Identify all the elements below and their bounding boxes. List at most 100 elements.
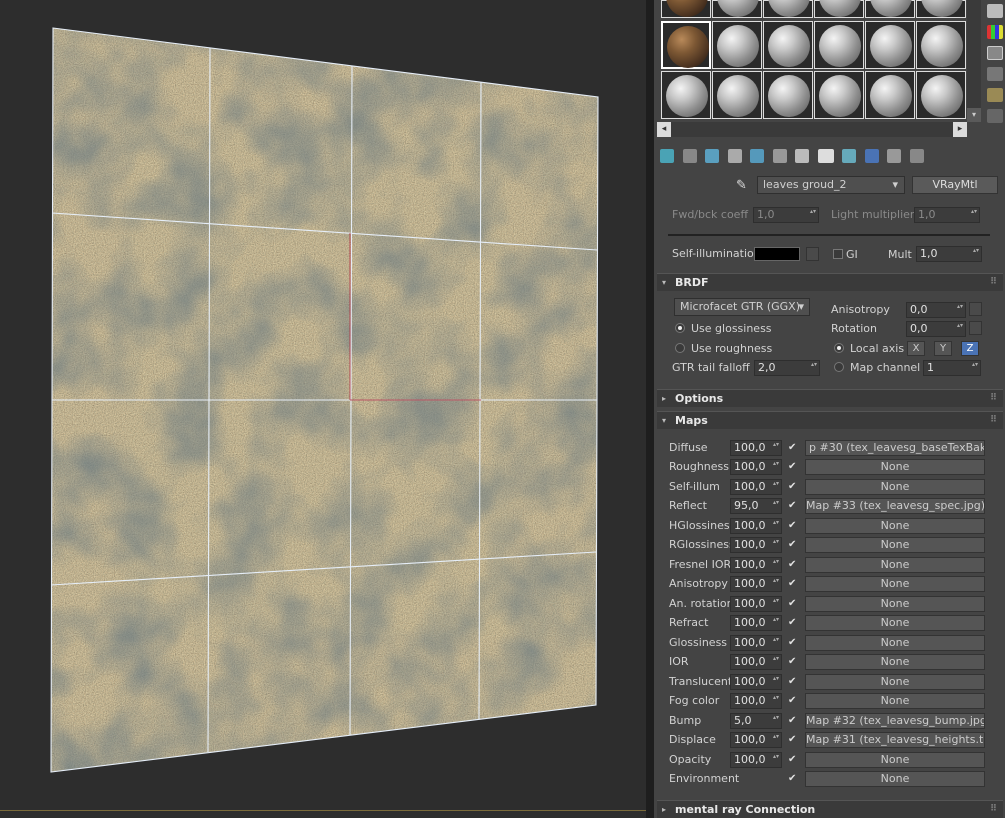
map-amount-spinner[interactable]: 5,0: [730, 713, 782, 729]
map-slot-button[interactable]: None: [805, 518, 985, 534]
map-enable-checkbox[interactable]: ✔: [788, 755, 799, 766]
material-slot[interactable]: [712, 21, 762, 69]
go-to-parent-icon[interactable]: [887, 149, 901, 163]
material-slot[interactable]: [661, 71, 711, 119]
map-slot-button[interactable]: None: [805, 674, 985, 690]
brdf-type-dropdown[interactable]: Microfacet GTR (GGX) ▾: [674, 298, 810, 316]
map-enable-checkbox[interactable]: ✔: [788, 638, 799, 649]
backlight-icon[interactable]: [987, 25, 1003, 39]
delete-icon[interactable]: [727, 149, 742, 163]
video-color-check-icon[interactable]: [987, 88, 1003, 102]
drag-grip-icon[interactable]: ⠿: [990, 801, 997, 818]
self-illum-color-swatch[interactable]: [754, 247, 800, 261]
map-enable-checkbox[interactable]: ✔: [788, 560, 799, 571]
map-slot-button[interactable]: None: [805, 557, 985, 573]
map-amount-spinner[interactable]: 100,0: [730, 615, 782, 631]
show-shaded-icon[interactable]: [842, 149, 856, 163]
map-enable-checkbox[interactable]: ✔: [788, 677, 799, 688]
use-roughness-radio[interactable]: [675, 343, 685, 353]
map-enable-checkbox[interactable]: ✔: [788, 735, 799, 746]
slots-horizontal-scrollbar[interactable]: ◂ ▸: [657, 122, 967, 137]
map-slot-button[interactable]: p #30 (tex_leavesg_baseTexBaked.jpg: [805, 440, 985, 456]
axis-x-button[interactable]: X: [907, 341, 925, 356]
material-slot-active[interactable]: [661, 21, 711, 69]
map-amount-spinner[interactable]: 100,0: [730, 459, 782, 475]
options-icon[interactable]: [987, 109, 1003, 123]
map-enable-checkbox[interactable]: ✔: [788, 716, 799, 727]
assign-to-selection-icon[interactable]: [705, 149, 719, 163]
map-slot-button[interactable]: None: [805, 537, 985, 553]
mult-spinner[interactable]: 1,0: [916, 246, 982, 262]
material-slot[interactable]: [661, 0, 711, 18]
material-slot[interactable]: [865, 21, 915, 69]
map-enable-checkbox[interactable]: ✔: [788, 579, 799, 590]
go-forward-sibling-icon[interactable]: [909, 149, 924, 163]
material-slot[interactable]: [763, 0, 813, 18]
map-enable-checkbox[interactable]: ✔: [788, 540, 799, 551]
map-slot-button[interactable]: None: [805, 693, 985, 709]
map-enable-checkbox[interactable]: ✔: [788, 599, 799, 610]
material-slot[interactable]: [865, 0, 915, 18]
map-amount-spinner[interactable]: 100,0: [730, 654, 782, 670]
material-slot[interactable]: [814, 21, 864, 69]
map-channel-radio[interactable]: [834, 362, 844, 372]
material-name-field[interactable]: leaves groud_2 ▾: [757, 176, 905, 194]
map-slot-button[interactable]: Map #32 (tex_leavesg_bump.jpg): [805, 713, 985, 729]
map-slot-button[interactable]: None: [805, 752, 985, 768]
material-slot[interactable]: [916, 71, 966, 119]
self-illum-map-button[interactable]: [806, 247, 819, 261]
material-slot[interactable]: [763, 21, 813, 69]
map-enable-checkbox[interactable]: ✔: [788, 443, 799, 454]
material-slot[interactable]: [763, 71, 813, 119]
get-material-icon[interactable]: [660, 149, 674, 163]
material-slot[interactable]: [916, 0, 966, 18]
map-amount-spinner[interactable]: 100,0: [730, 576, 782, 592]
map-channel-spinner[interactable]: 1: [923, 360, 981, 376]
map-slot-button[interactable]: None: [805, 654, 985, 670]
material-id-icon[interactable]: [817, 149, 834, 163]
uv-tiling-icon[interactable]: [987, 67, 1003, 81]
put-to-scene-icon[interactable]: [682, 149, 697, 163]
map-slot-button[interactable]: None: [805, 479, 985, 495]
put-to-library-icon[interactable]: [772, 149, 787, 163]
material-type-button[interactable]: VRayMtl: [912, 176, 998, 194]
slots-vertical-scrollbar[interactable]: ▾: [967, 0, 981, 122]
map-slot-button[interactable]: None: [805, 615, 985, 631]
material-slot[interactable]: [712, 71, 762, 119]
map-amount-spinner[interactable]: 100,0: [730, 518, 782, 534]
map-amount-spinner[interactable]: 95,0: [730, 498, 782, 514]
scroll-right-icon[interactable]: ▸: [953, 122, 967, 137]
anisotropy-map-button[interactable]: [969, 302, 982, 316]
map-amount-spinner[interactable]: 100,0: [730, 440, 782, 456]
map-amount-spinner[interactable]: 100,0: [730, 693, 782, 709]
map-enable-checkbox[interactable]: ✔: [788, 618, 799, 629]
material-slot[interactable]: [814, 0, 864, 18]
map-slot-button[interactable]: None: [805, 635, 985, 651]
light-mult-spinner[interactable]: 1,0: [914, 207, 980, 223]
map-enable-checkbox[interactable]: ✔: [788, 482, 799, 493]
local-axis-radio[interactable]: [834, 343, 844, 353]
map-amount-spinner[interactable]: 100,0: [730, 537, 782, 553]
map-slot-button[interactable]: None: [805, 576, 985, 592]
gtr-tail-spinner[interactable]: 2,0: [754, 360, 820, 376]
map-enable-checkbox[interactable]: ✔: [788, 696, 799, 707]
scroll-left-icon[interactable]: ◂: [657, 122, 671, 137]
eyedropper-icon[interactable]: ✎: [736, 178, 747, 193]
drag-grip-icon[interactable]: ⠿: [990, 412, 997, 429]
brdf-rollout-header[interactable]: ▾ BRDF ⠿: [657, 273, 1003, 291]
anisotropy-spinner[interactable]: 0,0: [906, 302, 966, 318]
material-slot[interactable]: [865, 71, 915, 119]
rotation-spinner[interactable]: 0,0: [906, 321, 966, 337]
gi-checkbox[interactable]: [833, 249, 843, 259]
material-slot[interactable]: [712, 0, 762, 18]
map-enable-checkbox[interactable]: ✔: [788, 657, 799, 668]
map-slot-button[interactable]: None: [805, 596, 985, 612]
options-rollout-header[interactable]: ▸ Options ⠿: [657, 389, 1003, 407]
map-amount-spinner[interactable]: 100,0: [730, 596, 782, 612]
axis-y-button[interactable]: Y: [934, 341, 952, 356]
background-icon[interactable]: [987, 46, 1003, 60]
map-slot-button[interactable]: Map #31 (tex_leavesg_heights.tif): [805, 732, 985, 748]
map-amount-spinner[interactable]: 100,0: [730, 635, 782, 651]
map-amount-spinner[interactable]: 100,0: [730, 479, 782, 495]
drag-grip-icon[interactable]: ⠿: [990, 274, 997, 291]
